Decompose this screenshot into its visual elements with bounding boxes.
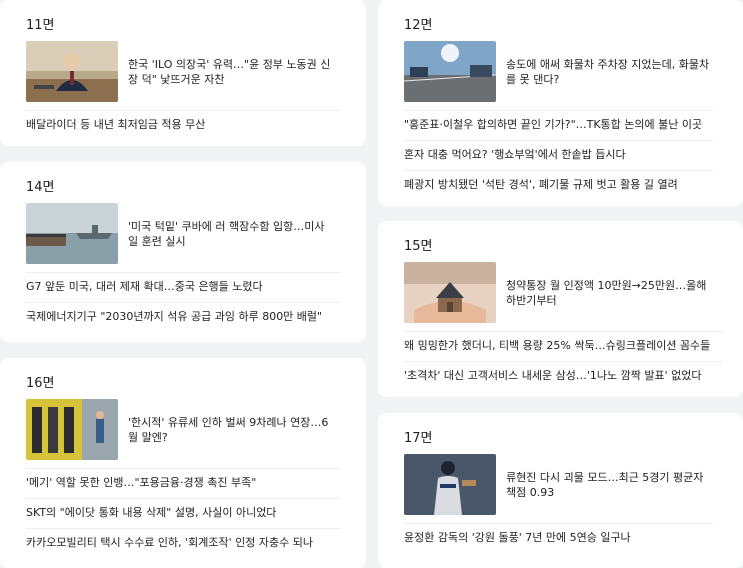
- article-link[interactable]: 폐광지 방치됐던 '석탄 경석', 폐기물 규제 벗고 활용 길 열려: [404, 171, 713, 200]
- article-link[interactable]: 국제에너지기구 "2030년까지 석유 공급 과잉 하루 800만 배럴": [26, 303, 340, 332]
- news-card-page-14: 14면 '미국 턱밑' 쿠바에 러 핵잠수함 입항…미사일 훈련 실시 G7 앞…: [0, 162, 366, 342]
- lead-article[interactable]: 류현진 다시 괴물 모드…최근 5경기 평균자책점 0.93: [404, 454, 713, 524]
- article-link[interactable]: G7 앞둔 미국, 대러 제재 확대…중국 은행들 노렸다: [26, 273, 340, 303]
- lead-article-title[interactable]: '한시적' 유류세 인하 벌써 9차례나 연장…6월 말엔?: [128, 415, 333, 445]
- page-number-label: 17면: [404, 431, 433, 446]
- lead-article[interactable]: 청약통장 월 인정액 10만원→25만원…올해 하반기부터: [404, 262, 723, 332]
- news-card-page-12: 12면 송도에 애써 화물차 주차장 지었는데, 화물차를 못 댄다? "홍준표…: [378, 0, 743, 206]
- baseball-pitcher-photo[interactable]: [404, 454, 496, 515]
- article-link[interactable]: '초격차' 대신 고객서비스 내세운 삼성…'1나노 깜짝 발표' 없었다: [404, 362, 723, 391]
- house-model-hands-photo[interactable]: [404, 262, 496, 323]
- article-link[interactable]: "홍준표·이철우 합의하면 끝인 기가?"…TK통합 논의에 불난 이곳: [404, 111, 713, 141]
- article-link[interactable]: 혼자 대충 먹어요? '행쇼부엌'에서 한솥밥 듭시다: [404, 141, 713, 171]
- lead-article-title[interactable]: 류현진 다시 괴물 모드…최근 5경기 평균자책점 0.93: [506, 470, 711, 500]
- news-card-page-15: 15면 청약통장 월 인정액 10만원→25만원…올해 하반기부터 왜 밍밍한가…: [378, 221, 743, 397]
- lead-article[interactable]: '미국 턱밑' 쿠바에 러 핵잠수함 입항…미사일 훈련 실시: [26, 203, 340, 273]
- gas-station-photo[interactable]: [26, 399, 118, 460]
- page-number-label: 14면: [26, 180, 55, 195]
- lead-article-title[interactable]: 한국 'ILO 의장국' 유력…"윤 정부 노동권 신장 덕" 낯뜨거운 자찬: [128, 57, 333, 87]
- news-card-page-17: 17면 류현진 다시 괴물 모드…최근 5경기 평균자책점 0.93 윤정환 감…: [378, 413, 743, 568]
- article-link[interactable]: 왜 밍밍한가 했더니, 티백 용량 25% 싹둑…슈링크플레이션 꼼수들: [404, 332, 723, 362]
- warship-harbor-photo[interactable]: [26, 203, 118, 264]
- lead-article[interactable]: 한국 'ILO 의장국' 유력…"윤 정부 노동권 신장 덕" 낯뜨거운 자찬: [26, 41, 340, 111]
- lead-article[interactable]: 송도에 애써 화물차 주차장 지었는데, 화물차를 못 댄다?: [404, 41, 713, 111]
- article-link[interactable]: 윤정환 감독의 '강원 돌풍' 7년 만에 5연승 일구나: [404, 524, 713, 553]
- lead-article-title[interactable]: 송도에 애써 화물차 주차장 지었는데, 화물차를 못 댄다?: [506, 57, 711, 87]
- article-link[interactable]: 배달라이더 등 내년 최저임금 적용 무산: [26, 111, 340, 140]
- page-number-label: 16면: [26, 376, 55, 391]
- news-card-page-11: 11면 한국 'ILO 의장국' 유력…"윤 정부 노동권 신장 덕" 낯뜨거운…: [0, 0, 366, 146]
- page-number-label: 15면: [404, 239, 433, 254]
- news-card-page-16: 16면 '한시적' 유류세 인하 벌써 9차례나 연장…6월 말엔? '메기' …: [0, 358, 366, 568]
- page-number-label: 11면: [26, 18, 55, 33]
- truck-parking-photo[interactable]: [404, 41, 496, 102]
- lead-article-title[interactable]: 청약통장 월 인정액 10만원→25만원…올해 하반기부터: [506, 278, 711, 308]
- article-link[interactable]: '메기' 역할 못한 인뱅…"포용금융·경쟁 촉진 부족": [26, 469, 340, 499]
- lead-article-title[interactable]: '미국 턱밑' 쿠바에 러 핵잠수함 입항…미사일 훈련 실시: [128, 219, 333, 249]
- article-link[interactable]: 카카오모빌리티 택시 수수료 인하, '회계조작' 인정 자충수 되나: [26, 529, 340, 558]
- page-number-label: 12면: [404, 18, 433, 33]
- official-podium-photo[interactable]: [26, 41, 118, 102]
- lead-article[interactable]: '한시적' 유류세 인하 벌써 9차례나 연장…6월 말엔?: [26, 399, 340, 469]
- article-link[interactable]: SKT의 "에이닷 통화 내용 삭제" 설명, 사실이 아니었다: [26, 499, 340, 529]
